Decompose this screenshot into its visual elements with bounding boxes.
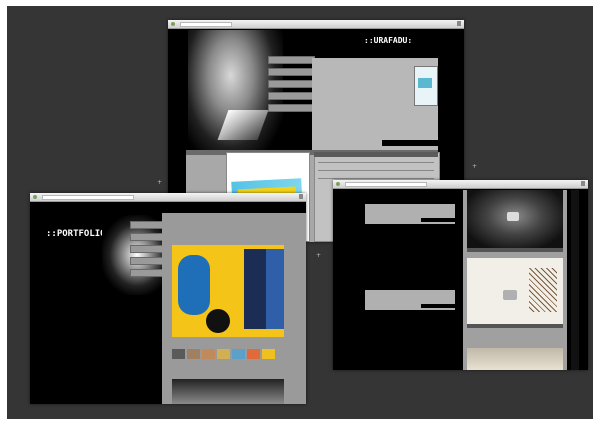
scrollbar[interactable] <box>571 190 579 370</box>
video-controls-bar[interactable] <box>467 248 563 252</box>
gallery-thumbnail[interactable] <box>187 349 200 359</box>
screenshot-canvas: ::URAFADU: ::PORTFOLIO + + + <box>0 0 599 426</box>
nav-button-5[interactable] <box>268 104 315 112</box>
gallery-thumbnail[interactable] <box>202 349 215 359</box>
caption-bar <box>421 304 455 308</box>
nav-button-1[interactable] <box>268 56 315 64</box>
portfolio-logo[interactable]: ::PORTFOLIO <box>46 229 106 239</box>
address-bar[interactable] <box>180 22 232 27</box>
play-icon[interactable] <box>507 212 519 221</box>
plus-marker-icon: + <box>316 252 322 259</box>
window-control-icon[interactable] <box>299 194 303 199</box>
nav-button-3[interactable] <box>268 80 315 88</box>
gallery-thumbnail[interactable] <box>247 349 260 359</box>
window-control-icon[interactable] <box>457 21 461 26</box>
browser-window-left[interactable]: ::PORTFOLIO <box>30 193 306 404</box>
nav-button-4[interactable] <box>268 92 315 100</box>
small-thumbnail-image <box>418 78 432 88</box>
address-bar[interactable] <box>345 182 427 187</box>
poster-shape-blue <box>178 255 210 315</box>
nav-button-2[interactable] <box>268 68 315 76</box>
plus-marker-icon: + <box>472 163 478 170</box>
gallery-thumbnail[interactable] <box>217 349 230 359</box>
browser-toolbar <box>333 180 588 189</box>
table-row <box>318 170 434 171</box>
gallery-thumbnail[interactable] <box>172 349 185 359</box>
browser-window-right[interactable] <box>333 180 588 370</box>
poster-shape-navy <box>266 249 284 329</box>
browser-toolbar <box>168 20 464 29</box>
bottom-photo[interactable] <box>172 379 284 404</box>
gallery-thumbnail[interactable] <box>262 349 275 359</box>
gallery-thumbnail[interactable] <box>232 349 245 359</box>
browser-toolbar <box>30 193 306 202</box>
caption-bar <box>421 218 455 222</box>
table-row <box>318 162 434 163</box>
poster-shape-navy <box>244 249 266 329</box>
site-logo[interactable]: ::URAFADU: <box>364 36 412 45</box>
video-controls-bar[interactable] <box>467 324 563 328</box>
diagram-sketch <box>529 268 557 312</box>
browser-favicon-icon <box>336 182 340 186</box>
window-control-icon[interactable] <box>581 181 585 186</box>
plus-marker-icon: + <box>157 179 163 186</box>
dark-strip <box>382 140 438 146</box>
browser-favicon-icon <box>33 195 37 199</box>
address-bar[interactable] <box>42 195 134 200</box>
play-icon[interactable] <box>503 290 517 300</box>
table-header <box>314 152 438 157</box>
browser-favicon-icon <box>171 22 175 26</box>
video-thumbnail-3[interactable] <box>467 348 563 370</box>
poster-shape-black <box>206 309 230 333</box>
table-row <box>318 178 434 179</box>
